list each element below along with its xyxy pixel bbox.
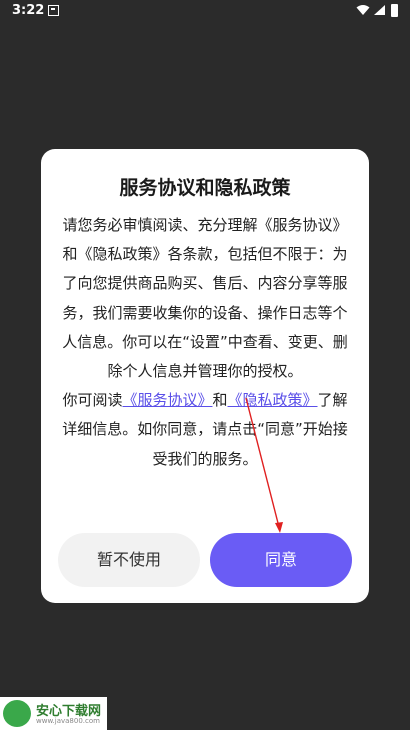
watermark-logo-icon xyxy=(3,700,31,727)
annotation-arrow xyxy=(245,397,283,533)
watermark-url: www.java800.com xyxy=(36,717,100,725)
watermark: 安心下载网 www.java800.com xyxy=(0,697,107,730)
